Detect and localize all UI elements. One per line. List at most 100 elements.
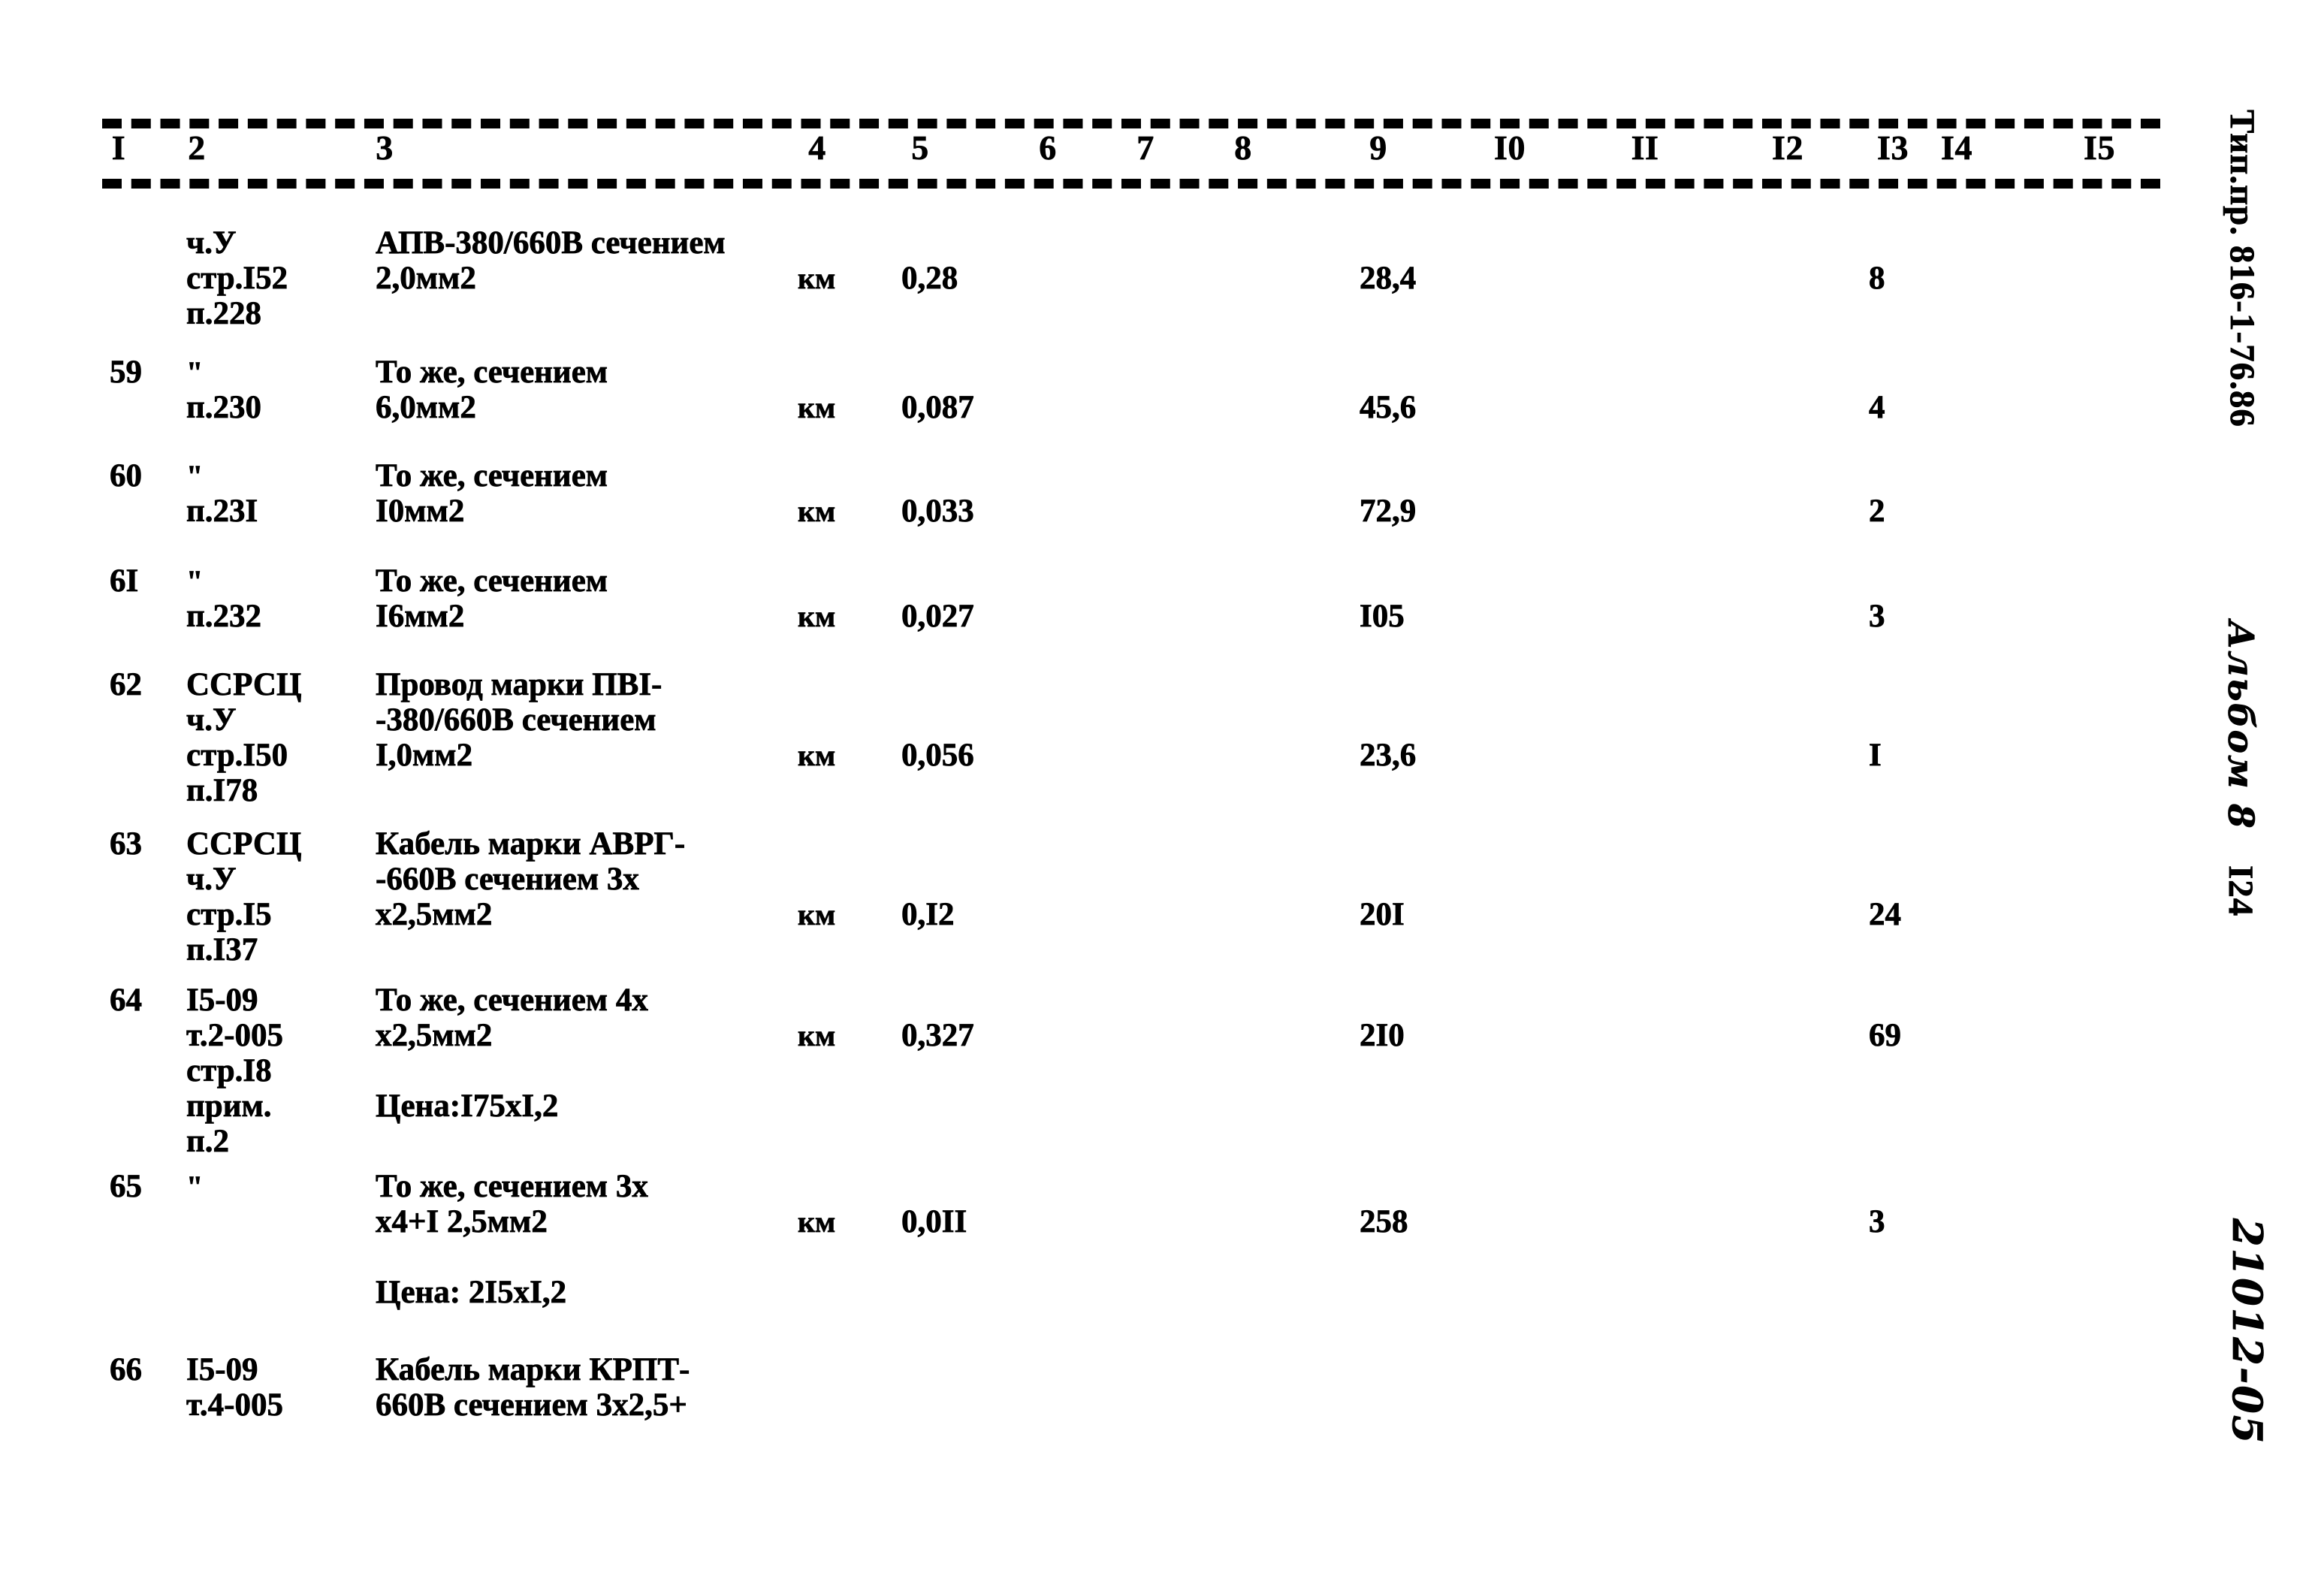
justification-code-line: стр.I52 [186,261,288,297]
quantity: 0,056 [901,738,975,774]
total-cost: I [1869,738,1882,774]
description-line: Цена: 2I5хI,2 [376,1275,567,1311]
description-spacer [376,1053,819,1088]
ditto-mark: " [186,564,205,599]
quantity: 0,28 [901,261,958,297]
description-line: Цена:I75хI,2 [376,1088,559,1125]
justification-code-line: п.228 [186,296,262,332]
justification-code-line: стр.I8 [186,1053,272,1089]
justification-code-line: ССРСЦ [186,667,302,703]
total-cost: 69 [1869,1018,1902,1054]
description: Кабель марки КРПТ- 660В сечением 3х2,5+ [376,1352,819,1423]
justification-code-line: стр.I5 [186,897,272,933]
unit-price: 2I0 [1360,1018,1405,1054]
justification-code-line: прим. [186,1088,272,1125]
total-cost: 2 [1869,494,1885,530]
description-line: Кабель марки КРПТ- [376,1352,690,1388]
total-cost: 8 [1869,261,1885,297]
unit-price: 20I [1360,897,1405,933]
justification-code-line: ч.У [186,862,237,898]
justification-code-line: ССРСЦ [186,826,302,862]
justification-code-line: п.230 [186,390,262,426]
description: То же, сечением 3х х4+I 2,5мм2 Цена: 2I5хI… [376,1169,819,1311]
justification-code-line: п.I78 [186,773,258,809]
justification-code: ССРСЦ ч.У стр.I5 п.I37 [186,826,374,968]
justification-code: " [186,1169,374,1204]
unit-of-measure: км [798,261,836,296]
total-cost: 3 [1869,599,1885,635]
description-line: 6,0мм2 [376,390,477,426]
description-line: То же, сечением [376,563,608,599]
justification-code: ч.У стр.I52 п.228 [186,225,374,332]
ditto-mark: " [186,1170,205,1204]
description-line: -380/660В сечением [376,702,656,738]
justification-code: " п.232 [186,563,374,635]
unit-price: 45,6 [1360,390,1417,426]
description-line: х4+I 2,5мм2 [376,1204,548,1240]
description-line: Кабель марки АВРГ- [376,826,686,862]
quantity: 0,I2 [901,897,955,933]
unit-of-measure: км [798,494,836,529]
justification-code: " п.23I [186,458,374,530]
description-line: х2,5мм2 [376,1018,493,1054]
quantity: 0,0II [901,1204,967,1240]
description-line: То же, сечением [376,355,608,391]
description-spacer [376,1239,819,1275]
total-cost: 24 [1869,897,1902,933]
total-cost: 3 [1869,1204,1885,1240]
description-line: То же, сечением 4х [376,983,649,1019]
justification-code: " п.230 [186,355,374,426]
justification-code-line: ч.У [186,225,237,261]
justification-code-line: стр.I50 [186,738,288,774]
description: То же, сечением 4х х2,5мм2 Цена:I75хI,2 [376,983,819,1125]
unit-of-measure: км [798,738,836,773]
justification-code: ССРСЦ ч.У стр.I50 п.I78 [186,667,374,809]
description-line: То же, сечением 3х [376,1169,649,1205]
quantity: 0,033 [901,494,975,530]
unit-of-measure: км [798,1019,836,1053]
table-body: ч.У стр.I52 п.228 АПВ-380/660В сечением 2,0м… [0,0,2324,1588]
description-line: Провод марки ПВI- [376,667,662,703]
document-page: I 2 3 4 5 6 7 8 9 I0 II I2 I3 I4 I5 ч.У стр.I52 п.228 АПВ… [0,0,2324,1588]
ditto-mark: " [186,459,205,494]
justification-code: I5-09 т.4-005 [186,1352,374,1423]
margin-note-album: Альбом 8 [2220,620,2262,830]
justification-code-line: I5-09 [186,983,258,1019]
quantity: 0,087 [901,390,975,426]
description-line: I,0мм2 [376,738,473,774]
unit-of-measure: км [798,391,836,425]
justification-code-line: п.23I [186,494,258,530]
unit-price: 72,9 [1360,494,1417,530]
margin-note-drawing-code: 21012-05 [2223,1218,2272,1445]
description-line: х2,5мм2 [376,897,493,933]
description-line: I6мм2 [376,599,465,635]
description: То же, сечением I6мм2 [376,563,819,635]
justification-code-line: I5-09 [186,1352,258,1388]
unit-price: 23,6 [1360,738,1417,774]
description-line: 2,0мм2 [376,261,477,297]
justification-code-line: п.2 [186,1124,230,1160]
unit-price: 258 [1360,1204,1408,1240]
quantity: 0,327 [901,1018,975,1054]
justification-code-line: п.I37 [186,932,258,968]
description-line: То же, сечением [376,458,608,494]
justification-code-line: т.2-005 [186,1018,284,1054]
description-line: -660В сечением 3х [376,862,640,898]
justification-code-line: т.4-005 [186,1387,284,1423]
description: Кабель марки АВРГ- -660В сечением 3х х2,5м… [376,826,819,933]
unit-price: I05 [1360,599,1405,635]
justification-code-line: ч.У [186,702,237,738]
unit-of-measure: км [798,898,836,932]
description-line: I0мм2 [376,494,465,530]
margin-note-type-project: Тип.пр. 816-1-76.86 [2223,110,2262,428]
justification-code: I5-09 т.2-005 стр.I8 прим. п.2 [186,983,374,1160]
unit-of-measure: км [798,599,836,634]
description-line: АПВ-380/660В сечением [376,225,726,261]
quantity: 0,027 [901,599,975,635]
description: То же, сечением I0мм2 [376,458,819,530]
total-cost: 4 [1869,390,1885,426]
description: Провод марки ПВI- -380/660В сечением I,0мм… [376,667,819,774]
description-line: 660В сечением 3х2,5+ [376,1387,688,1423]
margin-note-page-number: I24 [2221,865,2261,917]
description: АПВ-380/660В сечением 2,0мм2 [376,225,819,297]
